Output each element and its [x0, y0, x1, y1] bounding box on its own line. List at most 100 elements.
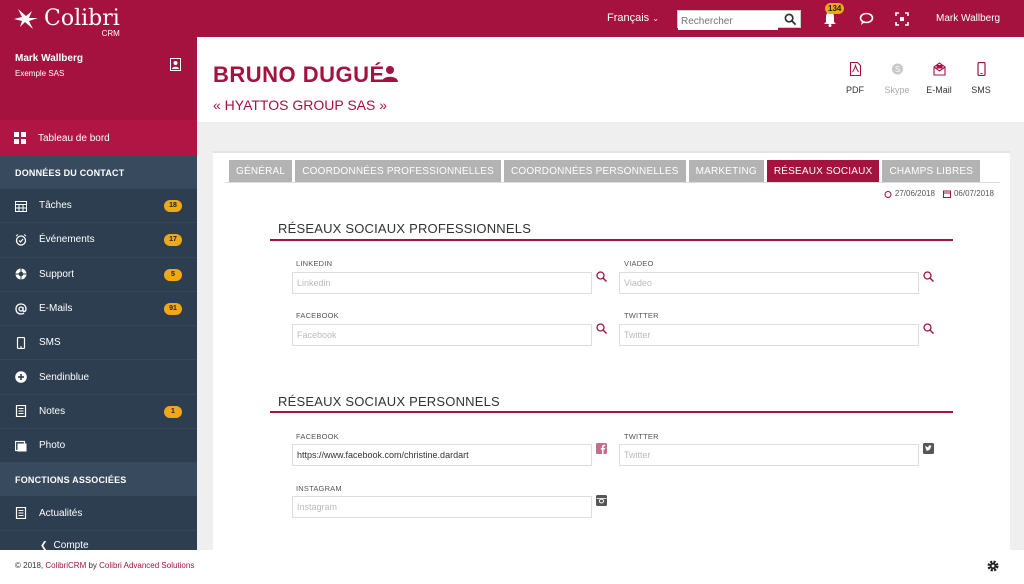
- sidebar-item-label: Photo: [39, 440, 66, 452]
- record-dates: 27/06/2018 06/07/2018: [884, 189, 994, 198]
- top-user-name[interactable]: Mark Wallberg: [936, 13, 1000, 24]
- top-bar: Colibri CRM Français ⌄ 134 Mark Wallberg: [0, 0, 1024, 38]
- sidebar-item-label: SMS: [39, 337, 61, 349]
- twitter-pro-field[interactable]: [619, 324, 919, 346]
- search-icon[interactable]: [923, 323, 934, 334]
- viadeo-field[interactable]: [619, 272, 919, 294]
- search-icon[interactable]: [596, 271, 607, 282]
- sidebar-item-emails[interactable]: E-Mails 91: [0, 292, 197, 327]
- photo-icon: [15, 440, 27, 452]
- person-icon: [382, 66, 398, 82]
- footer-copyright: © 2018, ColibriCRM by Colibri Advanced S…: [15, 561, 194, 570]
- sidebar-item-sendinblue[interactable]: Sendinblue: [0, 360, 197, 395]
- contact-tabs: GÉNÉRAL COORDONNÉES PROFESSIONNELLES COO…: [229, 160, 983, 182]
- facebook-label: FACEBOOK: [296, 432, 339, 441]
- sidebar-item-label: Support: [39, 268, 75, 280]
- sidebar-item-sms[interactable]: SMS: [0, 326, 197, 361]
- tab-marketing[interactable]: MARKETING: [688, 160, 764, 182]
- sidebar-item-photo[interactable]: Photo: [0, 429, 197, 464]
- logo[interactable]: Colibri CRM: [12, 2, 120, 38]
- twitter-label: TWITTER: [624, 432, 659, 441]
- social-networks-panel: GÉNÉRAL COORDONNÉES PROFESSIONNELLES COO…: [213, 151, 1010, 550]
- linkedin-field[interactable]: [292, 272, 592, 294]
- footer-company-link[interactable]: Colibri Advanced Solutions: [99, 561, 194, 570]
- sidebar-item-actualites[interactable]: Actualités: [0, 496, 197, 531]
- tab-coordonnees-professionnelles[interactable]: COORDONNÉES PROFESSIONNELLES: [295, 160, 501, 182]
- sidebar-item-dashboard[interactable]: Tableau de bord: [0, 120, 197, 156]
- sidebar-item-label: Notes: [39, 405, 66, 417]
- sidebar-item-label: Sendinblue: [39, 371, 90, 383]
- calendar-icon: [942, 190, 951, 198]
- sidebar-item-compte[interactable]: ❮ Compte: [0, 531, 197, 550]
- facebook-icon[interactable]: [596, 443, 607, 454]
- language-selector[interactable]: Français ⌄: [607, 12, 659, 24]
- envelope-icon: [932, 62, 946, 76]
- twitter-icon[interactable]: [923, 443, 934, 454]
- lifebuoy-icon: [15, 268, 27, 281]
- contact-actions: PDF S Skype E-Mail SMS: [834, 62, 1002, 95]
- language-label: Français: [607, 12, 650, 24]
- sidebar-item-label: Tableau de bord: [38, 132, 110, 144]
- linkedin-label: LINKEDIN: [296, 259, 333, 268]
- tab-reseaux-sociaux[interactable]: RÉSEAUX SOCIAUX: [766, 160, 880, 182]
- chevron-left-icon: ❮: [40, 540, 48, 550]
- sidebar-section-functions: FONCTIONS ASSOCIÉES: [0, 463, 197, 497]
- search-box: [677, 10, 801, 30]
- search-icon[interactable]: [784, 13, 797, 26]
- gear-icon[interactable]: [986, 559, 1000, 573]
- instagram-field[interactable]: [292, 496, 592, 518]
- instagram-icon[interactable]: [596, 495, 607, 506]
- footer: © 2018, ColibriCRM by Colibri Advanced S…: [0, 550, 1024, 584]
- search-icon[interactable]: [923, 271, 934, 282]
- sms-button[interactable]: SMS: [960, 62, 1002, 95]
- sidebar-item-taches[interactable]: Tâches 18: [0, 189, 197, 224]
- facebook-label: FACEBOOK: [296, 311, 339, 320]
- tab-coordonnees-personnelles[interactable]: COORDONNÉES PERSONNELLES: [503, 160, 686, 182]
- sidebar-item-support[interactable]: Support 5: [0, 258, 197, 292]
- tab-champs-libres[interactable]: CHAMPS LIBRES: [882, 160, 981, 182]
- tabs-divider: [225, 182, 1000, 183]
- tab-general[interactable]: GÉNÉRAL: [229, 160, 293, 182]
- notes-icon: [15, 405, 27, 418]
- twitter-label: TWITTER: [624, 311, 659, 320]
- skype-button[interactable]: S Skype: [876, 62, 918, 95]
- facebook-personal-field[interactable]: [292, 444, 592, 466]
- news-icon: [15, 507, 27, 520]
- created-date: 27/06/2018: [894, 189, 935, 198]
- facebook-pro-field[interactable]: [292, 324, 592, 346]
- search-icon[interactable]: [596, 323, 607, 334]
- contact-card-icon[interactable]: [170, 58, 181, 71]
- sidebar-user-company: Exemple SAS: [15, 69, 65, 78]
- email-button[interactable]: E-Mail: [918, 62, 960, 95]
- count-badge: 1: [164, 405, 182, 418]
- sidebar-item-label: Tâches: [39, 200, 72, 212]
- chat-icon[interactable]: [859, 12, 874, 26]
- sidebar-item-label: Compte: [53, 540, 89, 550]
- sidebar-item-evenements[interactable]: Événements 17: [0, 223, 197, 258]
- sidebar: Mark Wallberg Exemple SAS Tableau de bor…: [0, 37, 197, 550]
- section-divider: [270, 411, 953, 413]
- skype-label: Skype: [884, 85, 910, 95]
- alarm-icon: [15, 234, 27, 246]
- contact-company[interactable]: « HYATTOS GROUP SAS »: [213, 97, 387, 113]
- dashboard-icon: [14, 132, 26, 144]
- footer-middle: by: [86, 561, 100, 570]
- alarm-icon: [884, 190, 892, 198]
- search-input[interactable]: [678, 13, 778, 30]
- hummingbird-logo: [14, 8, 38, 29]
- pdf-button[interactable]: PDF: [834, 62, 876, 95]
- fullscreen-icon[interactable]: [895, 12, 909, 26]
- instagram-label: INSTAGRAM: [296, 484, 342, 493]
- logo-name: Colibri: [44, 5, 120, 31]
- section-title-personal: RÉSEAUX SOCIAUX PERSONNELS: [278, 394, 500, 409]
- twitter-personal-field[interactable]: [619, 444, 919, 466]
- count-badge: 17: [164, 234, 182, 247]
- contact-header: BRUNO DUGUÉ « HYATTOS GROUP SAS » PDF S …: [197, 37, 1024, 122]
- sidebar-item-notes[interactable]: Notes 1: [0, 395, 197, 430]
- footer-product-link[interactable]: ColibriCRM: [45, 561, 86, 570]
- calendar-grid-icon: [15, 200, 27, 212]
- sidebar-user: Mark Wallberg Exemple SAS: [0, 37, 197, 120]
- svg-text:S: S: [894, 65, 899, 74]
- chevron-down-icon: ⌄: [652, 14, 659, 23]
- sidebar-item-label: Événements: [39, 234, 95, 246]
